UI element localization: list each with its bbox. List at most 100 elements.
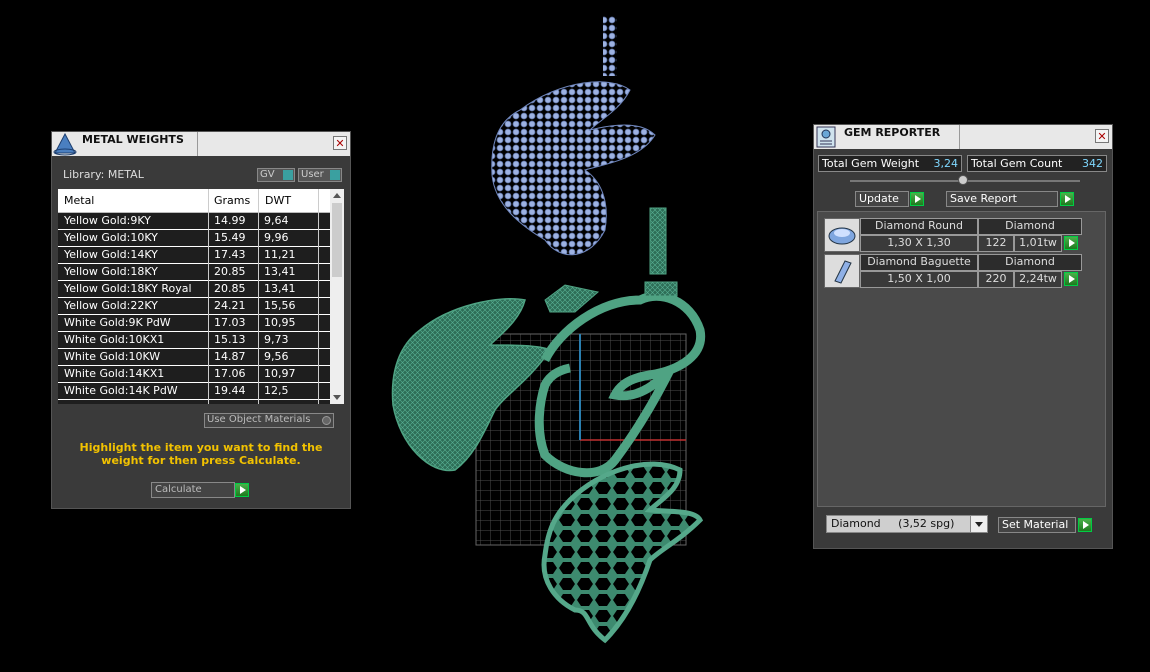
table-row[interactable]: White Gold:14K PdW 19.44 12,5: [58, 383, 330, 400]
save-report-button[interactable]: Save Report: [946, 191, 1074, 207]
cell-dwt: 12,5: [264, 384, 289, 397]
gv-toggle-label: GV: [260, 169, 275, 180]
cell-dwt: 10,95: [264, 316, 296, 329]
total-count-value: 342: [1082, 157, 1103, 170]
table-row[interactable]: White Gold:10KW 14.87 9,56: [58, 349, 330, 366]
title-divider: [959, 125, 960, 149]
table-row[interactable]: Yellow Gold:10KY 15.49 9,96: [58, 230, 330, 247]
use-object-materials-toggle[interactable]: Use Object Materials: [204, 413, 334, 428]
cell-metal: Yellow Gold:14KY: [64, 248, 158, 261]
table-row-partial: [58, 400, 330, 404]
cell-dwt: 11,21: [264, 248, 296, 261]
dropdown-arrow-icon[interactable]: [970, 516, 987, 532]
play-arrow-icon[interactable]: [1060, 192, 1074, 206]
update-button[interactable]: Update: [855, 191, 925, 207]
table-row[interactable]: White Gold:10KX1 15.13 9,73: [58, 332, 330, 349]
use-object-materials-label: Use Object Materials: [207, 414, 311, 425]
set-material-label: Set Material: [998, 517, 1076, 533]
table-row[interactable]: Yellow Gold:9KY 14.99 9,64: [58, 213, 330, 230]
cell-metal: Yellow Gold:18KY Royal: [64, 282, 192, 295]
table-row[interactable]: White Gold:9K PdW 17.03 10,95: [58, 315, 330, 332]
material-select[interactable]: Diamond (3,52 spg): [826, 515, 988, 533]
cell-grams: 17.06: [214, 367, 246, 380]
total-count-label: Total Gem Count: [971, 157, 1063, 170]
play-arrow-icon[interactable]: [910, 192, 924, 206]
close-icon[interactable]: ✕: [1095, 129, 1109, 143]
gem-pave-wing: [491, 81, 656, 256]
user-toggle-label: User: [301, 169, 324, 180]
scroll-thumb[interactable]: [332, 203, 342, 277]
calculate-label: Calculate: [151, 482, 235, 498]
close-icon[interactable]: ✕: [333, 136, 347, 150]
play-arrow-icon[interactable]: [235, 483, 249, 497]
cell-grams: 15.13: [214, 333, 246, 346]
metal-table[interactable]: Metal Grams DWT Yellow Gold:9KY 14.99 9,64…: [58, 189, 344, 404]
total-weight-box: Total Gem Weight 3,24: [818, 155, 962, 172]
play-arrow-icon[interactable]: [1078, 518, 1092, 532]
gem-count: 122: [978, 235, 1014, 252]
table-row[interactable]: Yellow Gold:18KY Royal 20.85 13,41: [58, 281, 330, 298]
gem-size: 1,30 X 1,30: [860, 235, 978, 252]
metal-weights-panel: METAL WEIGHTS ✕ Library: METAL GV User M…: [51, 131, 351, 509]
metal-weights-titlebar[interactable]: METAL WEIGHTS ✕: [52, 132, 350, 156]
gem-reporter-titlebar[interactable]: GEM REPORTER ✕: [814, 125, 1112, 149]
gem-row[interactable]: Diamond Round Diamond 1,30 X 1,30 122 1,…: [824, 218, 1082, 252]
gem-row[interactable]: Diamond Baguette Diamond 1,50 X 1,00 220…: [824, 254, 1082, 288]
cell-dwt: 9,56: [264, 350, 289, 363]
cell-dwt: 9,64: [264, 214, 289, 227]
cell-metal: Yellow Gold:9KY: [64, 214, 151, 227]
col-metal[interactable]: Metal: [64, 194, 94, 207]
instruction-text: Highlight the item you want to find the …: [79, 441, 323, 467]
table-row[interactable]: White Gold:14KX1 17.06 10,97: [58, 366, 330, 383]
cell-metal: Yellow Gold:18KY: [64, 265, 158, 278]
gem-list-area[interactable]: Diamond Round Diamond 1,30 X 1,30 122 1,…: [817, 211, 1106, 507]
play-arrow-icon[interactable]: [1064, 272, 1078, 286]
gem-reporter-panel: GEM REPORTER ✕ Total Gem Weight 3,24 Tot…: [813, 124, 1113, 549]
diamond-round-icon: [824, 218, 860, 252]
gem-size: 1,50 X 1,00: [860, 271, 978, 288]
user-toggle[interactable]: User: [298, 168, 342, 182]
cell-grams: 19.44: [214, 384, 246, 397]
gem-strip-top: [603, 16, 617, 76]
col-dwt[interactable]: DWT: [265, 194, 291, 207]
gem-name: Diamond Round: [860, 218, 978, 235]
calculate-button[interactable]: Calculate: [151, 482, 251, 499]
cell-grams: 15.49: [214, 231, 246, 244]
diamond-baguette-icon: [824, 254, 860, 288]
scroll-up-icon[interactable]: [333, 193, 341, 198]
total-weight-label: Total Gem Weight: [822, 157, 920, 170]
cell-metal: Yellow Gold:22KY: [64, 299, 158, 312]
cell-dwt: 15,56: [264, 299, 296, 312]
gv-toggle[interactable]: GV: [257, 168, 295, 182]
gem-weight: 2,24tw: [1014, 271, 1062, 288]
gem-report-icon: [814, 125, 840, 149]
cell-metal: White Gold:14K PdW: [64, 384, 178, 397]
cell-grams: 20.85: [214, 265, 246, 278]
gem-material: Diamond: [978, 254, 1082, 271]
cell-dwt: 13,41: [264, 282, 296, 295]
metal-clasp: [644, 281, 678, 297]
gem-material: Diamond: [978, 218, 1082, 235]
table-row[interactable]: Yellow Gold:18KY 20.85 13,41: [58, 264, 330, 281]
table-row[interactable]: Yellow Gold:14KY 17.43 11,21: [58, 247, 330, 264]
cell-grams: 17.03: [214, 316, 246, 329]
cell-grams: 20.85: [214, 282, 246, 295]
scroll-down-icon[interactable]: [333, 395, 341, 400]
play-arrow-icon[interactable]: [1064, 236, 1078, 250]
title-divider: [197, 132, 198, 156]
col-grams[interactable]: Grams: [214, 194, 250, 207]
metal-bail: [649, 207, 667, 275]
metal-small-fragment: [544, 284, 600, 313]
cell-dwt: 9,73: [264, 333, 289, 346]
cell-grams: 17.43: [214, 248, 246, 261]
column-divider: [318, 189, 319, 404]
material-select-value: Diamond (3,52 spg): [831, 517, 955, 530]
gem-count: 220: [978, 271, 1014, 288]
cell-metal: White Gold:14KX1: [64, 367, 165, 380]
metal-table-scrollbar[interactable]: [330, 189, 344, 404]
splitter-handle-icon[interactable]: [958, 175, 968, 185]
library-label: Library: METAL: [63, 168, 144, 181]
table-row[interactable]: Yellow Gold:22KY 24.21 15,56: [58, 298, 330, 315]
gem-weight: 1,01tw: [1014, 235, 1062, 252]
set-material-button[interactable]: Set Material: [998, 517, 1094, 533]
